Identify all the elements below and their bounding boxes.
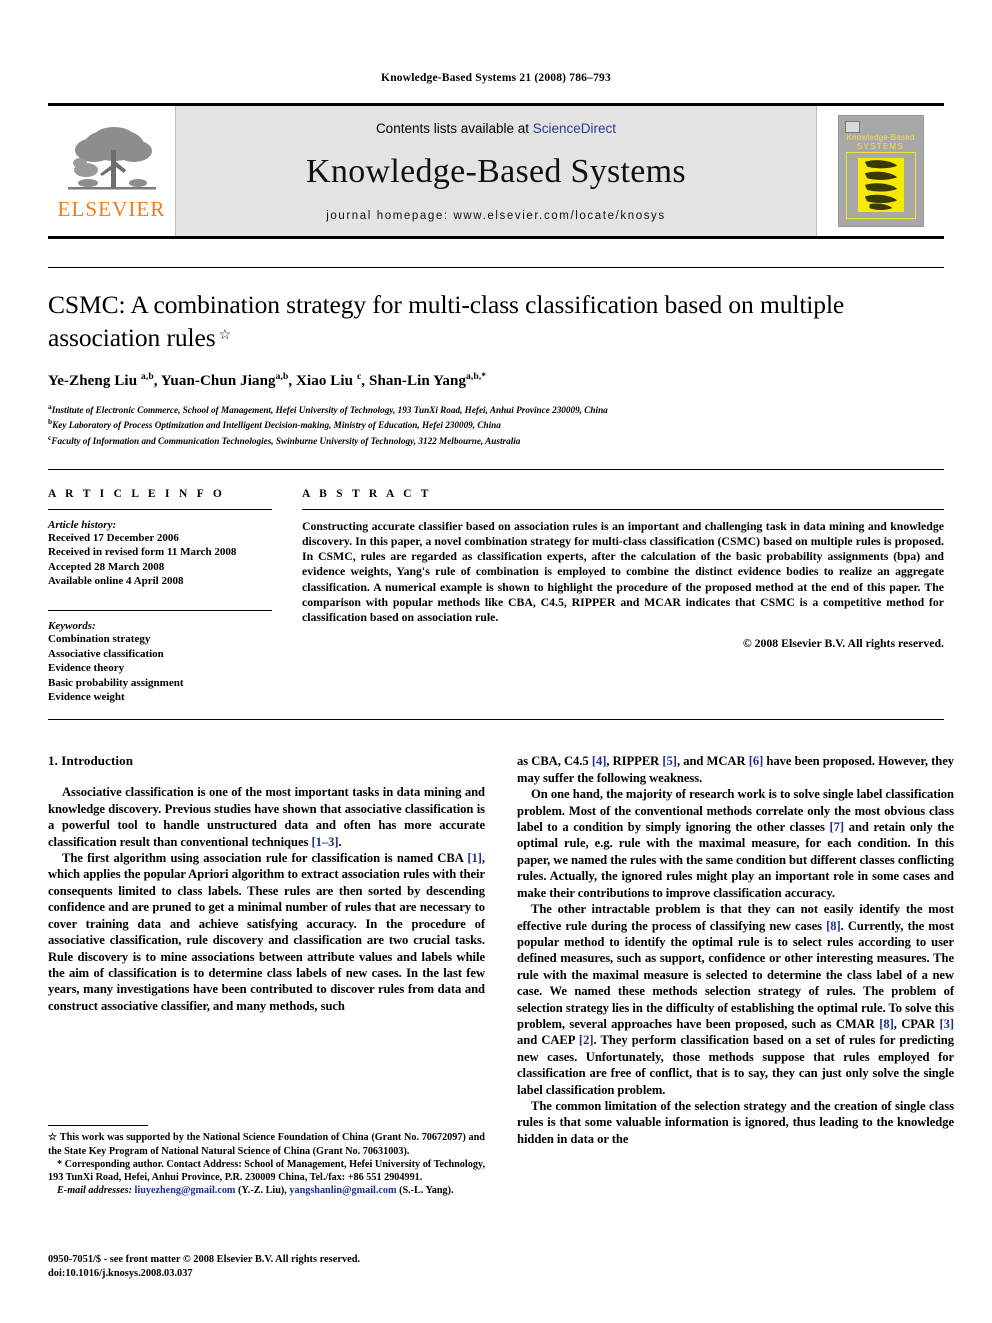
journal-masthead: ELSEVIER Contents lists available at Sci…	[48, 103, 944, 239]
history-item: Received 17 December 2006	[48, 531, 179, 544]
keyword-item: Basic probability assignment	[48, 676, 184, 689]
cover-publisher-mark	[844, 121, 860, 133]
keyword-item: Associative classification	[48, 647, 164, 660]
elsevier-wordmark: ELSEVIER	[57, 197, 166, 221]
elsevier-tree-icon	[67, 127, 156, 190]
cover-title-line1: Knowledge-Based	[846, 133, 915, 142]
title-divider	[48, 267, 944, 268]
citation-reference[interactable]: [7]	[830, 820, 845, 834]
affiliation-a: aInstitute of Electronic Commerce, Schoo…	[48, 401, 944, 416]
article-title-text: CSMC: A combination strategy for multi-c…	[48, 290, 845, 352]
abstract-heading: A B S T R A C T	[302, 487, 432, 500]
affiliation-c: cFaculty of Information and Communicatio…	[48, 432, 944, 447]
footnote-grant-text: This work was supported by the National …	[48, 1132, 485, 1157]
footnote-corresponding-text: Corresponding author. Contact Address: S…	[48, 1158, 485, 1184]
info-abstract-bottom-divider	[48, 719, 944, 721]
affiliation-b: bKey Laboratory of Process Optimization …	[48, 416, 944, 431]
citation-reference[interactable]: [5]	[662, 754, 677, 768]
footnotes-block: ☆ This work was supported by the Nationa…	[48, 1125, 485, 1197]
history-item: Accepted 28 March 2008	[48, 560, 165, 573]
affiliation-b-text: Key Laboratory of Process Optimization a…	[52, 420, 501, 431]
paragraph: The common limitation of the selection s…	[517, 1098, 954, 1146]
page-title: CSMC: A combination strategy for multi-c…	[48, 289, 944, 353]
sciencedirect-link[interactable]: ScienceDirect	[533, 121, 616, 136]
footnote-emails: E-mail addresses: liuyezheng@gmail.com (…	[57, 1185, 454, 1197]
paragraph: On one hand, the majority of research wo…	[517, 787, 954, 900]
footnote-corresponding-mark: *	[57, 1158, 63, 1170]
citation-reference[interactable]: [8]	[879, 1017, 894, 1031]
journal-title: Knowledge-Based Systems	[306, 153, 686, 190]
email-address-2[interactable]: yangshanlin@gmail.com	[289, 1185, 396, 1196]
footnote-corresponding: * Corresponding author. Contact Address:…	[48, 1158, 485, 1184]
cover-title: Knowledge-Based SYSTEMS	[839, 133, 923, 151]
abstract-divider	[302, 508, 944, 510]
masthead-center: Contents lists available at ScienceDirec…	[176, 106, 816, 236]
journal-cover-thumbnail[interactable]: Knowledge-Based SYSTEMS	[816, 106, 944, 236]
citation-reference[interactable]: [4]	[592, 754, 607, 768]
author-list: Ye-Zheng Liu a,b, Yuan-Chun Jianga,b, Xi…	[48, 372, 487, 389]
title-footnote-mark: ☆	[218, 328, 232, 343]
left-column: 1. Introduction Associative classificati…	[48, 753, 485, 1196]
page-footer: 0950-7051/$ - see front matter © 2008 El…	[48, 1253, 485, 1280]
history-item: Available online 4 April 2008	[48, 575, 184, 588]
right-column: as CBA, C4.5 [4], RIPPER [5], and MCAR […	[517, 753, 954, 1147]
cover-helix-icon	[864, 160, 897, 210]
abstract-column: A B S T R A C T Constructing accurate cl…	[294, 488, 944, 705]
doi-line[interactable]: doi:10.1016/j.knosys.2008.03.037	[48, 1267, 485, 1281]
citation-reference[interactable]: [2]	[579, 1033, 594, 1047]
body-columns: 1. Introduction Associative classificati…	[48, 753, 954, 1196]
paragraph: The first algorithm using association ru…	[48, 851, 485, 1013]
footnote-grant: ☆ This work was supported by the Nationa…	[48, 1131, 485, 1157]
keyword-item: Evidence weight	[48, 691, 125, 704]
elsevier-logo: ELSEVIER	[48, 106, 176, 236]
email-address-1[interactable]: liuyezheng@gmail.com	[135, 1185, 236, 1196]
affiliation-list: aInstitute of Electronic Commerce, Schoo…	[48, 401, 944, 447]
keywords-block: Keywords: Combination strategy Associati…	[48, 610, 272, 704]
email-owner-1: (Y.-Z. Liu)	[237, 1185, 285, 1197]
paragraph: Associative classification is one of the…	[48, 785, 485, 849]
citation-reference[interactable]: [3]	[939, 1017, 954, 1031]
footnote-divider	[48, 1125, 148, 1127]
paragraph: The other intractable problem is that th…	[517, 902, 955, 1097]
citation-reference[interactable]: [8]	[826, 919, 841, 933]
footnote-grant-mark: ☆	[48, 1132, 58, 1144]
article-info-column: A R T I C L E I N F O Article history: R…	[48, 488, 294, 705]
cover-image	[857, 158, 904, 212]
paragraph: as CBA, C4.5 [4], RIPPER [5], and MCAR […	[517, 754, 954, 785]
keywords-label: Keywords:	[48, 620, 96, 633]
running-head: Knowledge-Based Systems 21 (2008) 786–79…	[381, 72, 611, 84]
history-item: Received in revised form 11 March 2008	[48, 546, 237, 559]
info-abstract-block: A R T I C L E I N F O Article history: R…	[48, 468, 944, 705]
contents-available-line: Contents lists available at ScienceDirec…	[376, 121, 616, 136]
abstract-copyright: © 2008 Elsevier B.V. All rights reserved…	[742, 636, 944, 651]
contents-prefix: Contents lists available at	[375, 121, 533, 136]
article-info-divider	[48, 508, 272, 510]
cover-art: Knowledge-Based SYSTEMS	[837, 115, 924, 227]
email-label: E-mail addresses:	[57, 1185, 132, 1197]
affiliation-c-text: Faculty of Information and Communication…	[51, 435, 521, 446]
citation-reference[interactable]: [1–3]	[311, 835, 338, 849]
affiliation-a-text: Institute of Electronic Commerce, School…	[51, 405, 608, 416]
keywords-divider	[48, 610, 272, 612]
citation-reference[interactable]: [6]	[749, 754, 764, 768]
email-owner-2: (S.-L. Yang).	[399, 1185, 454, 1197]
section-title-introduction: 1. Introduction	[48, 753, 134, 769]
journal-homepage-link[interactable]: journal homepage: www.elsevier.com/locat…	[326, 210, 666, 222]
citation-reference[interactable]: [1]	[467, 851, 482, 865]
article-history-label: Article history:	[48, 518, 117, 531]
paper-page: Knowledge-Based Systems 21 (2008) 786–79…	[0, 0, 992, 1323]
keyword-item: Combination strategy	[48, 633, 151, 646]
keyword-item: Evidence theory	[48, 662, 125, 675]
article-info-heading: A R T I C L E I N F O	[48, 487, 226, 500]
cover-title-line2: SYSTEMS	[856, 142, 905, 151]
issn-line: 0950-7051/$ - see front matter © 2008 El…	[48, 1254, 361, 1265]
abstract-text: Constructing accurate classifier based o…	[302, 518, 944, 625]
